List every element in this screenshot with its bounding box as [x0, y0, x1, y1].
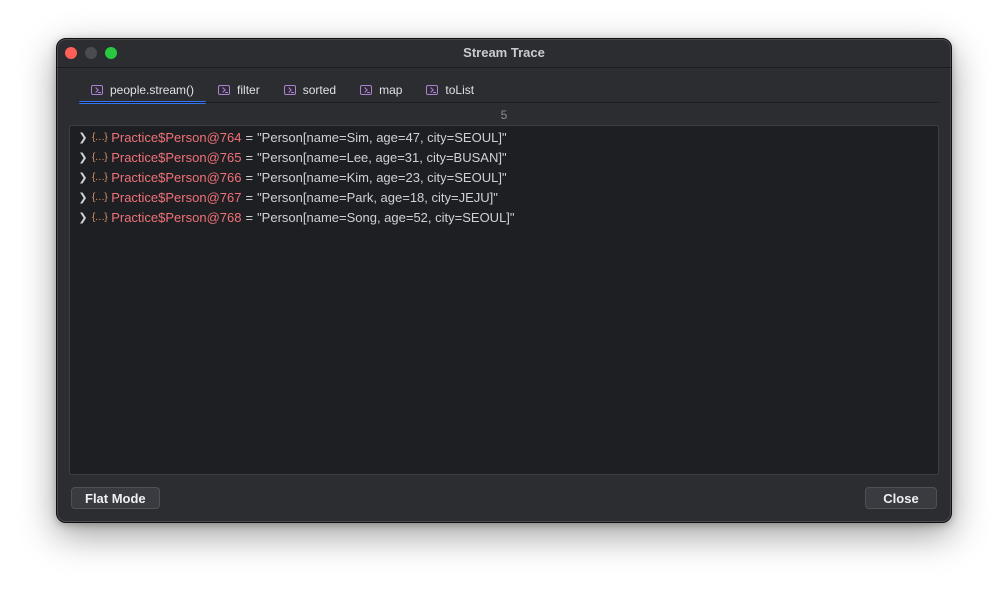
list-item[interactable]: ❯ {…} Practice$Person@766 = "Person[name…	[76, 167, 507, 187]
object-name: Practice$Person@768	[111, 209, 242, 225]
object-name: Practice$Person@764	[111, 129, 242, 145]
console-icon	[360, 85, 373, 95]
equals-sign: =	[245, 149, 254, 165]
list-item[interactable]: ❯ {…} Practice$Person@765 = "Person[name…	[76, 147, 507, 167]
chevron-right-icon[interactable]: ❯	[76, 151, 90, 164]
tab-sorted[interactable]: sorted	[272, 80, 348, 100]
console-icon	[218, 85, 231, 95]
tab-label: toList	[445, 83, 475, 97]
tab-tolist[interactable]: toList	[414, 80, 486, 100]
close-button[interactable]: Close	[865, 487, 937, 509]
chevron-right-icon[interactable]: ❯	[76, 191, 90, 204]
list-item[interactable]: ❯ {…} Practice$Person@764 = "Person[name…	[76, 127, 507, 147]
tab-label: map	[379, 83, 403, 97]
tabs-divider	[79, 102, 939, 103]
chevron-right-icon[interactable]: ❯	[76, 171, 90, 184]
equals-sign: =	[245, 169, 254, 185]
object-icon: {…}	[92, 131, 108, 143]
stream-step-tabs: people.stream() filter sorted map toList	[79, 79, 486, 104]
console-icon	[426, 85, 439, 95]
stream-trace-window: Stream Trace people.stream() filter sort…	[56, 38, 952, 523]
object-value: "Person[name=Park, age=18, city=JEJU]"	[257, 189, 498, 205]
equals-sign: =	[245, 129, 254, 145]
object-value: "Person[name=Song, age=52, city=SEOUL]"	[257, 209, 515, 225]
object-icon: {…}	[92, 171, 108, 183]
object-icon: {…}	[92, 151, 108, 163]
tab-label: people.stream()	[110, 83, 195, 97]
trace-values-panel[interactable]: ❯ {…} Practice$Person@764 = "Person[name…	[69, 125, 939, 475]
tab-filter[interactable]: filter	[206, 80, 272, 100]
window-title: Stream Trace	[463, 45, 545, 60]
tab-people-stream[interactable]: people.stream()	[79, 80, 207, 104]
list-item[interactable]: ❯ {…} Practice$Person@768 = "Person[name…	[76, 207, 515, 227]
equals-sign: =	[245, 209, 254, 225]
object-value: "Person[name=Kim, age=23, city=SEOUL]"	[257, 169, 507, 185]
list-item[interactable]: ❯ {…} Practice$Person@767 = "Person[name…	[76, 187, 498, 207]
chevron-right-icon[interactable]: ❯	[76, 131, 90, 144]
console-icon	[283, 85, 296, 95]
object-icon: {…}	[92, 191, 108, 203]
flat-mode-button[interactable]: Flat Mode	[71, 487, 160, 509]
object-icon: {…}	[92, 211, 108, 223]
tab-label: sorted	[302, 83, 337, 97]
object-name: Practice$Person@767	[111, 189, 242, 205]
title-bar[interactable]: Stream Trace	[57, 39, 951, 68]
chevron-right-icon[interactable]: ❯	[76, 211, 90, 224]
object-name: Practice$Person@766	[111, 169, 242, 185]
tab-map[interactable]: map	[348, 80, 414, 100]
equals-sign: =	[245, 189, 254, 205]
console-icon	[91, 85, 103, 95]
object-value: "Person[name=Sim, age=47, city=SEOUL]"	[257, 129, 507, 145]
tab-label: filter	[237, 83, 260, 97]
element-count: 5	[500, 108, 508, 122]
object-value: "Person[name=Lee, age=31, city=BUSAN]"	[257, 149, 507, 165]
object-name: Practice$Person@765	[111, 149, 242, 165]
